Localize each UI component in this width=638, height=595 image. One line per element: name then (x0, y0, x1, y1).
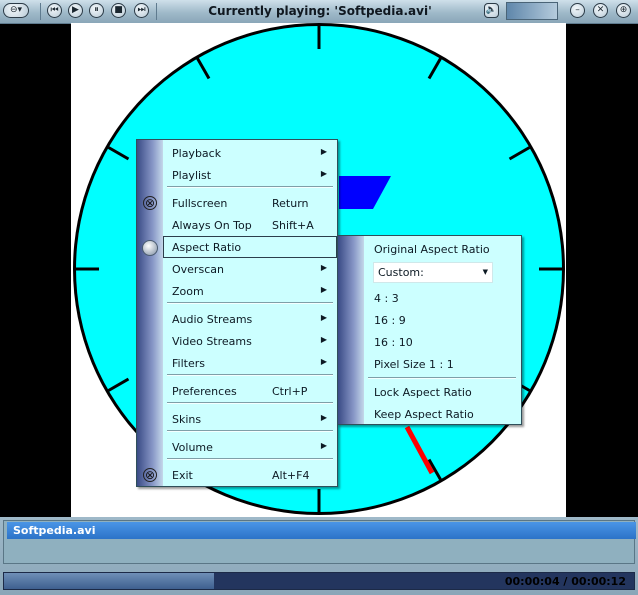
menu-item-label: Playback (172, 147, 222, 160)
maximize-icon[interactable]: ⊕ (616, 3, 631, 18)
submenu-item-lock-aspect-ratio[interactable]: Lock Aspect Ratio (364, 381, 521, 403)
submenu-item-keep-aspect-ratio[interactable]: Keep Aspect Ratio (364, 403, 521, 425)
menu-item-zoom[interactable]: Zoom ▶ (163, 280, 337, 302)
menu-separator (167, 302, 333, 304)
volume-slider[interactable] (506, 2, 558, 20)
menu-icon[interactable]: ⊖▾ (3, 3, 29, 18)
menu-item-aspect-ratio[interactable]: Aspect Ratio (163, 236, 337, 258)
menu-item-label: Fullscreen (172, 197, 228, 210)
context-menu: Playback ▶ Playlist ▶ Fullscreen Return Always… (136, 139, 338, 487)
menu-item-always-on-top[interactable]: Always On Top Shift+A (163, 214, 337, 236)
submenu-separator (368, 377, 516, 379)
custom-aspect-select[interactable]: Custom: ▼ (373, 262, 493, 283)
chevron-down-icon: ▼ (482, 268, 488, 276)
submenu-arrow-icon: ▶ (320, 263, 327, 272)
menu-item-label: Audio Streams (172, 313, 253, 326)
menu-item-overscan[interactable]: Overscan ▶ (163, 258, 337, 280)
close-icon[interactable]: ✕ (593, 3, 608, 18)
next-icon[interactable]: ⏭ (134, 3, 149, 18)
menu-item-fullscreen[interactable]: Fullscreen Return (163, 192, 337, 214)
submenu-arrow-icon: ▶ (320, 313, 327, 322)
menu-item-label: Zoom (172, 285, 204, 298)
fullscreen-icon: ⊗ (143, 196, 157, 210)
menu-item-label: Skins (172, 413, 202, 426)
submenu-item-16-9[interactable]: 16 : 9 (364, 309, 521, 331)
menu-item-label: Preferences (172, 385, 237, 398)
minimize-icon[interactable]: – (570, 3, 585, 18)
menu-item-label: Always On Top (172, 219, 252, 232)
menu-item-shortcut: Ctrl+P (272, 385, 308, 398)
stop-icon[interactable]: ■ (111, 3, 126, 18)
submenu-item-4-3[interactable]: 4 : 3 (364, 287, 521, 309)
seek-progress (4, 573, 214, 589)
menu-separator (167, 186, 333, 188)
menu-separator (167, 374, 333, 376)
menu-item-filters[interactable]: Filters ▶ (163, 352, 337, 374)
menu-item-shortcut: Alt+F4 (272, 469, 310, 482)
exit-icon: ⊗ (143, 468, 157, 482)
submenu-arrow-icon: ▶ (320, 357, 327, 366)
menu-item-volume[interactable]: Volume ▶ (163, 436, 337, 458)
submenu-arrow-icon: ▶ (320, 169, 327, 178)
menu-side-strip (137, 140, 163, 486)
submenu-arrow-icon: ▶ (320, 441, 327, 450)
window-title: Currently playing: 'Softpedia.avi' (208, 4, 432, 18)
menu-item-label: Video Streams (172, 335, 252, 348)
menu-item-label: Exit (172, 469, 193, 482)
seek-bar[interactable]: 00:00:04 / 00:00:12 (3, 572, 635, 590)
submenu-arrow-icon: ▶ (320, 285, 327, 294)
submenu-arrow-icon: ▶ (320, 413, 327, 422)
submenu-side-strip (338, 236, 364, 424)
menu-item-shortcut: Return (272, 197, 309, 210)
previous-icon[interactable]: ⏮ (47, 3, 62, 18)
menu-separator (167, 402, 333, 404)
menu-item-label: Aspect Ratio (172, 241, 242, 254)
radio-icon (142, 240, 158, 256)
aspect-ratio-submenu: Original Aspect Ratio Custom: ▼ 4 : 3 16… (337, 235, 522, 425)
submenu-item-original-aspect-ratio[interactable]: Original Aspect Ratio (364, 238, 521, 260)
submenu-item-pixel-size[interactable]: Pixel Size 1 : 1 (364, 353, 521, 375)
title-bar: ⊖▾ ⏮ ▶ ⏸ ■ ⏭ Currently playing: 'Softped… (0, 0, 638, 24)
menu-item-label: Volume (172, 441, 213, 454)
menu-item-label: Filters (172, 357, 205, 370)
menu-item-preferences[interactable]: Preferences Ctrl+P (163, 380, 337, 402)
submenu-item-16-10[interactable]: 16 : 10 (364, 331, 521, 353)
menu-separator (167, 458, 333, 460)
toolbar-divider (156, 3, 157, 20)
menu-item-playback[interactable]: Playback ▶ (163, 142, 337, 164)
toolbar-divider (40, 3, 41, 20)
menu-item-label: Playlist (172, 169, 212, 182)
time-display: 00:00:04 / 00:00:12 (504, 575, 626, 588)
menu-item-video-streams[interactable]: Video Streams ▶ (163, 330, 337, 352)
volume-icon[interactable]: 🔈 (484, 3, 499, 18)
playlist-item[interactable]: Softpedia.avi (7, 522, 636, 539)
menu-item-label: Overscan (172, 263, 224, 276)
menu-item-shortcut: Shift+A (272, 219, 314, 232)
menu-item-exit[interactable]: Exit Alt+F4 (163, 464, 337, 486)
submenu-arrow-icon: ▶ (320, 335, 327, 344)
menu-item-audio-streams[interactable]: Audio Streams ▶ (163, 308, 337, 330)
submenu-arrow-icon: ▶ (320, 147, 327, 156)
playlist-panel[interactable]: Softpedia.avi (3, 520, 636, 564)
play-icon[interactable]: ▶ (68, 3, 83, 18)
menu-item-playlist[interactable]: Playlist ▶ (163, 164, 337, 186)
pause-icon[interactable]: ⏸ (89, 3, 104, 18)
menu-item-skins[interactable]: Skins ▶ (163, 408, 337, 430)
menu-separator (167, 430, 333, 432)
